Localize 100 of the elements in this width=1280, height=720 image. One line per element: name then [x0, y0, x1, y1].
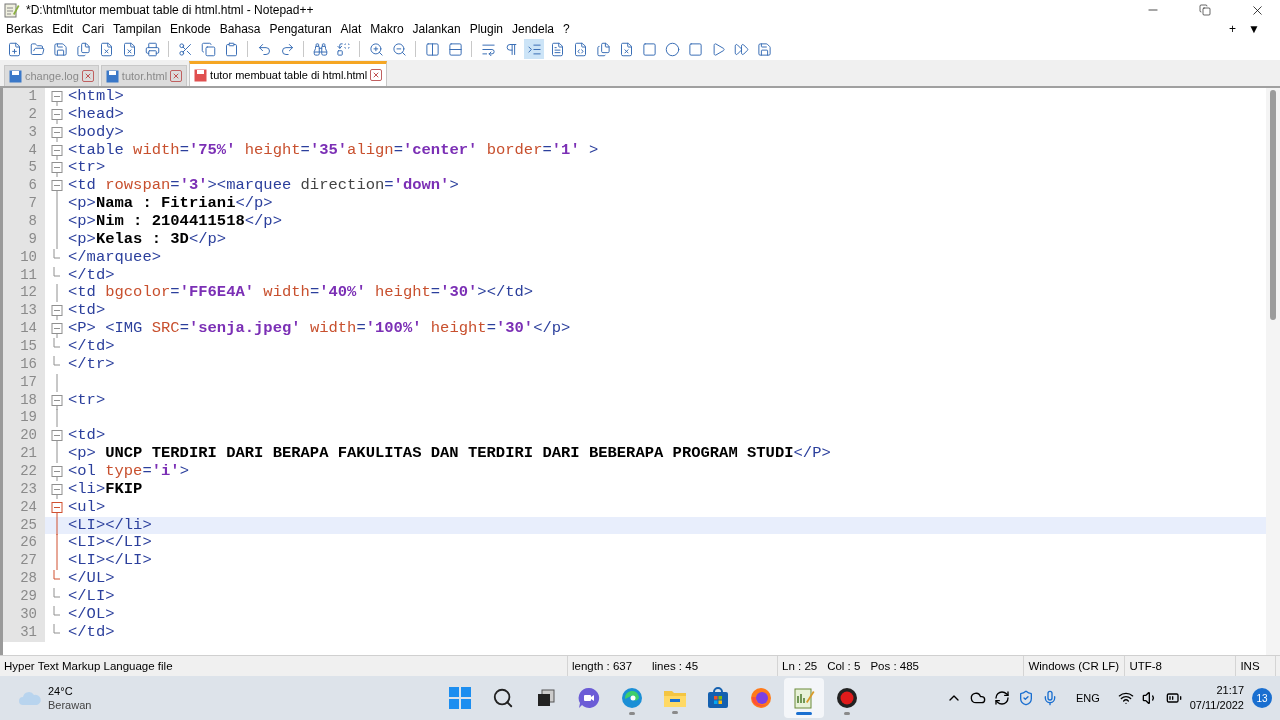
notification-badge[interactable]: 13: [1252, 688, 1272, 708]
cloud-icon[interactable]: [969, 690, 986, 706]
line-number: 13: [3, 302, 45, 321]
code-line: <P> <IMG SRC='senja.jpeg' width='100%' height='30'</p>: [68, 320, 571, 339]
menu-item[interactable]: Bahasa: [219, 22, 267, 36]
fold-toggle[interactable]: [50, 302, 63, 321]
folder-icon: [29, 41, 45, 57]
line-number: 26: [3, 534, 45, 553]
code-line: </td>: [68, 338, 115, 356]
scissors-icon: [177, 41, 193, 57]
line-number: 19: [3, 409, 45, 428]
menu-item[interactable]: Cari: [82, 22, 111, 36]
line-number: 15: [3, 338, 45, 356]
new-file-icon: [6, 41, 22, 57]
code-line: </tr>: [68, 355, 115, 374]
code-line: </td>: [68, 623, 115, 642]
menu-item[interactable]: Enkode: [170, 22, 217, 36]
printer-icon: [144, 41, 160, 57]
close-file-icon: [98, 41, 114, 57]
menu-item[interactable]: Alat: [340, 22, 368, 36]
code-line: <tr>: [68, 391, 106, 410]
clock-time[interactable]: 21:17: [1216, 683, 1244, 698]
language-indicator[interactable]: ENG: [1075, 692, 1100, 704]
indent-button[interactable]: [524, 39, 544, 59]
binoculars-icon: [312, 41, 328, 57]
files-icon: [595, 41, 611, 57]
menu-item[interactable]: Makro: [370, 22, 410, 36]
window-title: *D:\html\tutor membuat table di html.html - Notepad++: [26, 3, 315, 17]
code-line: <head>: [68, 105, 124, 124]
line-number: 29: [3, 588, 45, 606]
column-position: Col : 5: [826, 660, 862, 672]
line-position: Ln : 25: [781, 660, 819, 672]
fold-toggle[interactable]: [50, 88, 63, 106]
fold-toggle[interactable]: [50, 427, 63, 446]
menu-item[interactable]: Jalankan: [412, 22, 467, 36]
line-number: 14: [3, 320, 45, 339]
cloud-icon: [18, 690, 42, 706]
line-number: 7: [3, 195, 45, 213]
code-line: <td bgcolor='FF6E4A' width='40%' height='30'></td>: [68, 284, 534, 303]
line-number: 22: [3, 463, 45, 481]
fold-toggle[interactable]: [50, 463, 63, 482]
wrap-icon: [480, 41, 496, 57]
square-icon: [641, 41, 657, 57]
fold-toggle[interactable]: [50, 320, 63, 339]
notepad-icon: [793, 687, 815, 709]
restore-icon: [1199, 4, 1211, 16]
close-icon[interactable]: [170, 70, 183, 82]
menu-item[interactable]: Tampilan: [113, 22, 168, 36]
rows-icon: [447, 41, 463, 57]
menu-item[interactable]: ▼: [1248, 22, 1260, 36]
shield-icon[interactable]: [1017, 690, 1034, 706]
code-line: <p>Nim : 2104411518</p>: [68, 213, 282, 231]
menu-item[interactable]: Edit: [52, 22, 80, 36]
indent-icon: [526, 41, 542, 57]
temperature: 24°C: [48, 684, 74, 698]
fold-toggle[interactable]: [50, 177, 63, 196]
code-line: </marquee>: [68, 248, 161, 267]
code-line: <td>: [68, 302, 106, 321]
code-line: <body>: [68, 123, 124, 142]
code-line: <li>FKIP: [68, 480, 143, 499]
battery-icon[interactable]: [1165, 690, 1182, 706]
wifi-icon[interactable]: [1117, 690, 1134, 706]
scrollbar-thumb[interactable]: [1270, 90, 1276, 320]
close-icon[interactable]: [81, 70, 94, 82]
code-line: <td>: [68, 427, 106, 446]
menu-item[interactable]: ?: [563, 22, 576, 36]
sync-icon[interactable]: [993, 690, 1010, 706]
line-number: 12: [3, 284, 45, 303]
line-number: 20: [3, 427, 45, 446]
browser-icon: [621, 687, 643, 709]
menu-item[interactable]: Berkas: [6, 22, 50, 36]
file-tab[interactable]: tutor membuat table di html.html: [189, 61, 388, 86]
code-line: </LI>: [68, 588, 115, 606]
close-icon[interactable]: [370, 69, 383, 81]
code-line: <ul>: [68, 498, 106, 517]
file-icon: [618, 41, 634, 57]
copy-icon: [200, 41, 216, 57]
menu-item[interactable]: Pengaturan: [269, 22, 338, 36]
menu-item[interactable]: Plugin: [469, 22, 509, 36]
store-icon: [707, 687, 729, 709]
search-icon: [492, 687, 514, 709]
zoom-in-icon: [368, 41, 384, 57]
code-line: <td rowspan='3'><marquee direction='down'>: [68, 177, 459, 196]
chat-icon: [578, 687, 600, 709]
running-indicator: [796, 712, 812, 715]
code-line: <ol type='i'>: [68, 463, 189, 481]
notepad-icon: [4, 2, 20, 18]
menu-item[interactable]: Jendela: [512, 22, 561, 36]
fold-toggle[interactable]: [50, 159, 63, 178]
code-line: <p>Kelas : 3D</p>: [68, 230, 227, 249]
line-number: 27: [3, 552, 45, 571]
clock-date[interactable]: 07/11/2022: [1189, 698, 1244, 713]
line-number: 1: [3, 88, 45, 106]
code-line: <LI></li>: [68, 516, 152, 535]
menu-item[interactable]: +: [1229, 22, 1237, 36]
code-line: <p> UNCP TERDIRI DARI BERAPA FAKULITAS DAN TERDIRI DARI BEBERAPA PROGRAM STUDI</P>: [68, 445, 831, 464]
code-line: </UL>: [68, 570, 115, 589]
folder-icon: [663, 688, 687, 708]
redo-icon: [279, 41, 295, 57]
pilcrow-icon: [503, 41, 519, 57]
